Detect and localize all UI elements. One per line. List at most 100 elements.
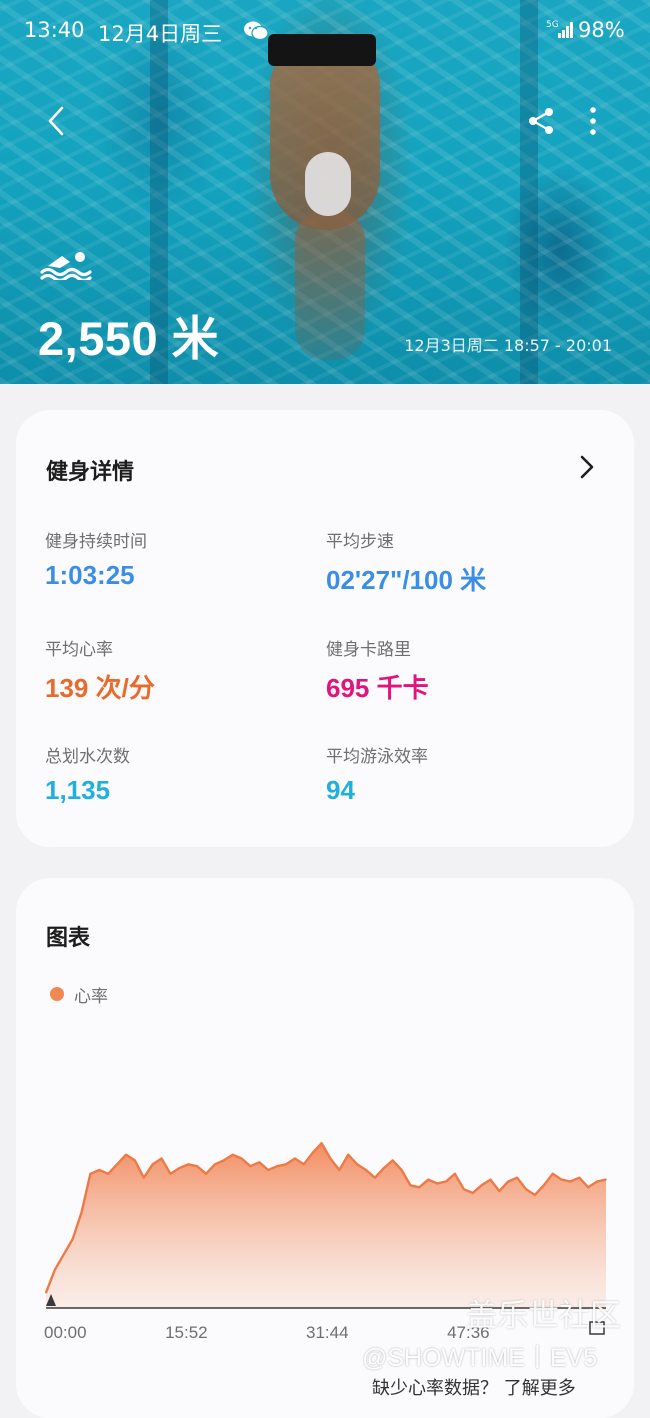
heart-rate-point bbox=[383, 1167, 385, 1169]
heart-rate-point bbox=[525, 1188, 527, 1190]
heart-rate-point bbox=[551, 1173, 554, 1175]
heart-rate-point bbox=[54, 1268, 56, 1271]
heart-rate-point bbox=[98, 1169, 101, 1171]
details-title: 健身详情 bbox=[46, 460, 135, 485]
heart-rate-point bbox=[303, 1163, 305, 1166]
stat-value: 1,135 bbox=[45, 775, 111, 805]
chevron-right-icon[interactable] bbox=[578, 454, 596, 480]
heart-rate-point bbox=[160, 1157, 163, 1160]
x-tick-label: 31:44 bbox=[306, 1323, 349, 1342]
heart-rate-point bbox=[45, 1291, 47, 1294]
heart-rate-point bbox=[311, 1152, 314, 1154]
stat-label: 总划水次数 bbox=[45, 747, 130, 767]
stat-calories: 健身卡路里 695 千卡 bbox=[326, 635, 429, 705]
heart-rate-point bbox=[516, 1176, 518, 1179]
battery-level: 98% bbox=[578, 18, 625, 42]
stat-label: 健身卡路里 bbox=[326, 640, 411, 660]
heart-rate-point bbox=[436, 1182, 438, 1185]
heart-rate-point bbox=[365, 1169, 367, 1171]
network-type: 5G bbox=[546, 20, 559, 30]
heart-rate-point bbox=[400, 1169, 403, 1171]
missing-heart-rate-link[interactable]: 缺少心率数据？ 了解更多 bbox=[372, 1374, 576, 1400]
wechat-icon bbox=[244, 21, 269, 41]
heart-rate-point bbox=[134, 1159, 136, 1162]
heart-rate-point bbox=[63, 1253, 65, 1256]
heart-rate-point bbox=[80, 1211, 83, 1213]
stat-value: 139 次/分 bbox=[45, 673, 155, 703]
heart-rate-point bbox=[71, 1238, 74, 1240]
heart-rate-point bbox=[294, 1157, 296, 1160]
heart-rate-point bbox=[151, 1163, 154, 1166]
signal-icon: 5G bbox=[546, 18, 574, 45]
heart-rate-chart: 00:00 15:52 31:44 47:36 bbox=[44, 1142, 607, 1342]
stat-value: 695 千卡 bbox=[326, 673, 429, 703]
more-options-icon[interactable] bbox=[582, 106, 604, 136]
stat-value: 94 bbox=[326, 775, 355, 805]
heart-rate-point bbox=[205, 1173, 207, 1175]
share-icon[interactable] bbox=[526, 106, 556, 136]
heart-rate-point bbox=[356, 1163, 358, 1166]
heart-rate-point bbox=[116, 1163, 118, 1166]
back-arrow-icon[interactable] bbox=[40, 104, 74, 138]
heart-rate-point bbox=[391, 1159, 394, 1162]
heart-rate-point bbox=[569, 1180, 572, 1183]
heart-rate-point bbox=[169, 1173, 172, 1175]
heart-rate-point bbox=[125, 1153, 127, 1156]
heart-rate-point bbox=[276, 1165, 278, 1167]
heart-rate-point bbox=[89, 1173, 92, 1175]
heart-rate-point bbox=[267, 1169, 269, 1171]
heart-rate-point bbox=[605, 1178, 607, 1181]
status-date: 12月4日周三 bbox=[98, 22, 223, 46]
heart-rate-point bbox=[543, 1184, 545, 1187]
heart-rate-point bbox=[454, 1173, 456, 1175]
heart-rate-point bbox=[285, 1163, 287, 1166]
heart-rate-point bbox=[596, 1180, 598, 1183]
heart-rate-point bbox=[223, 1159, 225, 1162]
swimming-icon bbox=[40, 252, 92, 280]
chart-card: 图表 心率 00:00 15:52 31:44 47:36 bbox=[16, 878, 634, 1418]
heart-rate-point bbox=[587, 1186, 589, 1189]
heart-rate-point bbox=[258, 1161, 261, 1164]
swim-distance: 2,550 米 bbox=[38, 312, 220, 365]
heart-rate-point bbox=[231, 1153, 234, 1156]
heart-rate-point bbox=[480, 1184, 483, 1187]
swimmer-legs-image bbox=[295, 210, 365, 360]
heart-rate-point bbox=[347, 1153, 350, 1156]
stat-avg-heart-rate: 平均心率 139 次/分 bbox=[45, 635, 155, 705]
heart-rate-point bbox=[507, 1180, 510, 1183]
stat-value: 02'27"/100 米 bbox=[326, 565, 487, 595]
status-bar: 13:40 12月4日周三 5G 98% bbox=[0, 0, 650, 60]
stat-label: 健身持续时间 bbox=[45, 532, 147, 552]
x-tick-label: 00:00 bbox=[44, 1323, 87, 1342]
heart-rate-point bbox=[320, 1142, 323, 1144]
heart-rate-point bbox=[107, 1173, 109, 1175]
heart-rate-point bbox=[445, 1180, 447, 1183]
watermark-community: 盖乐世社区 bbox=[466, 1298, 621, 1334]
stat-duration: 健身持续时间 1:03:25 bbox=[45, 527, 147, 591]
hero-banner: 13:40 12月4日周三 5G 98% 2,550 米 12月3日周二 18:… bbox=[0, 0, 650, 384]
heart-rate-point bbox=[471, 1192, 474, 1194]
heart-rate-point bbox=[374, 1176, 376, 1179]
heart-rate-point bbox=[329, 1157, 332, 1160]
workout-time-range: 12月3日周二 18:57 - 20:01 bbox=[404, 336, 612, 355]
stat-label: 平均游泳效率 bbox=[326, 747, 428, 767]
heart-rate-point bbox=[187, 1163, 189, 1166]
heart-rate-point bbox=[249, 1165, 252, 1167]
heart-rate-point bbox=[240, 1157, 243, 1160]
heart-rate-point bbox=[498, 1190, 501, 1192]
x-tick-label: 15:52 bbox=[165, 1323, 208, 1342]
heart-rate-point bbox=[214, 1163, 216, 1166]
heart-rate-point bbox=[418, 1186, 421, 1189]
stat-label: 平均步速 bbox=[326, 532, 394, 552]
heart-rate-point bbox=[409, 1184, 412, 1187]
status-time: 13:40 bbox=[24, 18, 85, 42]
heart-rate-point bbox=[463, 1188, 465, 1190]
heart-rate-point bbox=[560, 1178, 563, 1181]
stat-avg-pace: 平均步速 02'27"/100 米 bbox=[326, 527, 486, 597]
stat-value: 1:03:25 bbox=[45, 560, 135, 590]
heart-rate-point bbox=[178, 1167, 181, 1169]
heart-rate-point bbox=[338, 1169, 341, 1171]
heart-rate-point bbox=[196, 1165, 198, 1167]
heart-rate-point bbox=[143, 1176, 145, 1179]
stat-label: 平均心率 bbox=[45, 640, 113, 660]
